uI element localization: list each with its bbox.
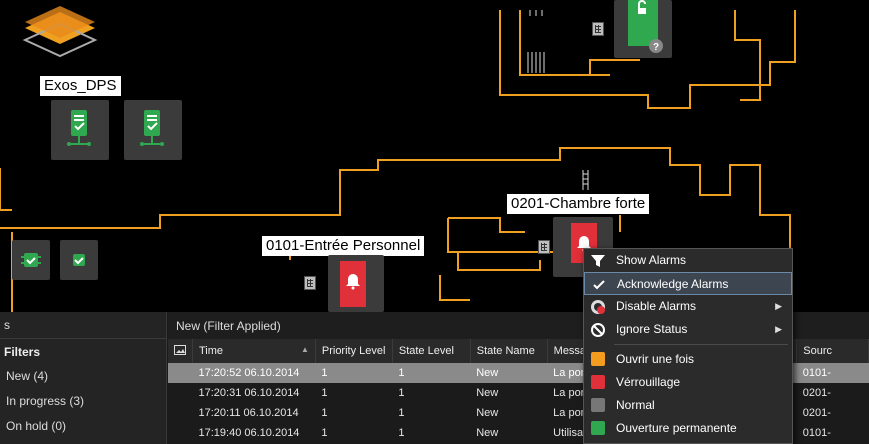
filters-pane-header: s: [0, 312, 166, 339]
cell-source: 0101-: [796, 423, 869, 443]
door-top[interactable]: ?: [614, 0, 672, 58]
label-entree-personnel: 0101-Entrée Personnel: [262, 236, 425, 256]
lock-icon: [591, 375, 605, 389]
keypad-icon: [538, 240, 550, 254]
layers-icon: [22, 6, 98, 58]
module-ok-icon: [21, 253, 41, 267]
menu-acknowledge-alarms[interactable]: Acknowledge Alarms: [584, 272, 792, 295]
menu-separator: [614, 344, 788, 345]
cell-priority: 1: [315, 423, 393, 443]
door-entree-personnel[interactable]: [328, 255, 384, 312]
check-icon: [591, 398, 605, 412]
cell-priority: 1: [315, 403, 393, 423]
column-priority-level[interactable]: Priority Level: [315, 339, 393, 363]
column-source[interactable]: Sourc: [796, 339, 869, 363]
sort-asc-icon: ▲: [300, 345, 309, 354]
cell-time: 17:19:40 06.10.2014: [192, 423, 316, 443]
column-state-level[interactable]: State Level: [392, 339, 471, 363]
label-exos-dps: Exos_DPS: [40, 76, 121, 96]
submenu-arrow-icon: ▶: [775, 324, 782, 334]
cell-time: 17:20:31 06.10.2014: [192, 383, 316, 403]
cell-state-level: 1: [392, 403, 471, 423]
label-chambre-forte: 0201-Chambre forte: [507, 194, 650, 214]
cell-state-level: 1: [392, 383, 471, 403]
svg-text:?: ?: [653, 42, 659, 53]
device-exos-1[interactable]: [51, 100, 109, 160]
cell-state-name: New: [470, 403, 548, 423]
cell-time: 17:20:52 06.10.2014: [192, 363, 316, 383]
menu-item-label: Disable Alarms: [616, 299, 697, 313]
filter-new[interactable]: New (4): [0, 363, 166, 388]
submenu-arrow-icon: ▶: [775, 301, 782, 311]
menu-normal[interactable]: Normal: [584, 394, 792, 417]
disable-alarm-icon: [591, 300, 605, 314]
menu-disable-alarms[interactable]: Disable Alarms ▶: [584, 295, 792, 318]
cell-state-level: 1: [392, 423, 471, 443]
filter-icon: [591, 255, 605, 267]
filter-in-progress[interactable]: In progress (3): [0, 388, 166, 413]
door-alarm-icon: [340, 261, 366, 307]
cell-state-level: 1: [392, 363, 471, 383]
keypad-icon: [304, 276, 316, 290]
cell-state-name: New: [470, 383, 548, 403]
cell-priority: 1: [315, 383, 393, 403]
menu-verrouillage[interactable]: Vérrouillage: [584, 371, 792, 394]
cell-time: 17:20:11 06.10.2014: [192, 403, 316, 423]
menu-item-label: Show Alarms: [616, 253, 687, 267]
menu-show-alarms[interactable]: Show Alarms: [584, 249, 792, 272]
menu-ouverture-permanente[interactable]: Ouverture permanente: [584, 417, 792, 440]
keypad-icon: [592, 22, 604, 36]
cell-source: 0201-: [796, 403, 869, 423]
door-unlocked-icon: ?: [628, 0, 663, 53]
menu-item-label: Ignore Status: [616, 322, 688, 336]
menu-item-label: Vérrouillage: [616, 375, 681, 389]
module-ok-icon: [73, 254, 85, 266]
cell-state-name: New: [470, 423, 548, 443]
block-icon: [591, 323, 605, 337]
image-column-header[interactable]: [168, 339, 193, 363]
filters-pane: s Filters New (4) In progress (3) On hol…: [0, 312, 167, 444]
menu-item-label: Acknowledge Alarms: [617, 277, 729, 291]
controller-ok-icon: [140, 110, 164, 146]
menu-ignore-status[interactable]: Ignore Status ▶: [584, 318, 792, 341]
column-state-name[interactable]: State Name: [470, 339, 548, 363]
cell-state-name: New: [470, 363, 548, 383]
menu-ouvrir-une-fois[interactable]: Ouvrir une fois: [584, 348, 792, 371]
filters-title: Filters: [4, 345, 41, 359]
context-menu: Show Alarms Acknowledge Alarms Disable A…: [583, 248, 793, 444]
filter-on-hold[interactable]: On hold (0): [0, 413, 166, 438]
device-exos-2[interactable]: [124, 100, 182, 160]
cell-priority: 1: [315, 363, 393, 383]
menu-item-label: Ouvrir une fois: [616, 352, 695, 366]
device-left-2[interactable]: [60, 240, 98, 280]
column-time[interactable]: Time ▲: [192, 339, 316, 363]
controller-ok-icon: [67, 110, 91, 146]
menu-item-label: Normal: [616, 398, 655, 412]
check-icon: [593, 280, 605, 290]
menu-item-label: Ouverture permanente: [616, 421, 737, 435]
image-icon: [174, 344, 186, 355]
door-open-icon: [591, 352, 605, 366]
cell-source: 0101-: [796, 363, 869, 383]
cell-source: 0201-: [796, 383, 869, 403]
open-permanent-icon: [591, 421, 605, 435]
device-left-1[interactable]: [12, 240, 50, 280]
